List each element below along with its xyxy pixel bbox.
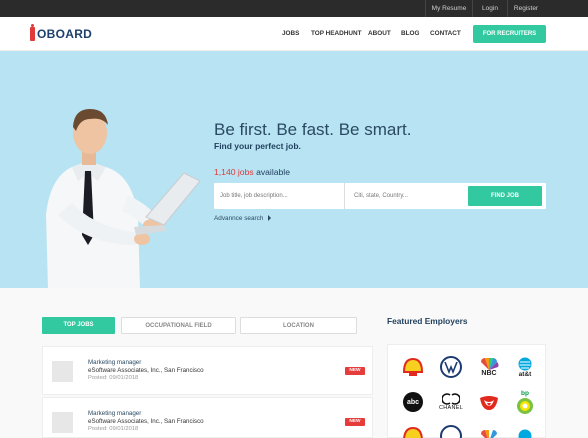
job-search-form: Job title, job description... Citi, stat… [214,183,546,209]
hero-section: Be first. Be fast. Be smart. Find your p… [0,51,588,288]
new-badge: NEW [345,418,365,426]
nav-item-contact[interactable]: CONTACT [430,17,461,51]
caret-right-icon [268,215,272,222]
new-badge: NEW [345,367,365,375]
bp-logo-text: bp [521,389,529,397]
hero-title: Be first. Be fast. Be smart. [214,120,412,139]
rolling-stones-logo[interactable] [476,389,502,415]
tab-location[interactable]: LOCATION [240,317,357,334]
job-posted-date: Posted: 09/01/2018 [88,426,139,432]
chanel-logo[interactable]: CHANEL [438,389,464,415]
for-recruiters-button[interactable]: FOR RECRUITERS [473,25,546,43]
job-title[interactable]: Marketing manager [88,410,141,417]
volkswagen-logo[interactable] [438,423,464,438]
brand-name: OBOARD [37,27,93,41]
job-posted-date: Posted: 09/01/2018 [88,375,139,381]
tab-occupational-field[interactable]: OCCUPATIONAL FIELD [121,317,236,334]
find-job-button[interactable]: FIND JOB [468,186,542,206]
bp-logo[interactable]: bp [512,389,538,415]
businessman-with-laptop-image [46,109,201,288]
brand-logo[interactable]: OBOARD [30,24,93,42]
location-search-input[interactable]: Citi, state, Country... [348,183,466,209]
job-company: eSoftware Associates, Inc., San Francisc… [88,418,204,425]
nbc-logo[interactable] [476,423,502,438]
top-utility-bar: My Resume Login Register [0,0,588,17]
search-divider [344,183,345,209]
job-company: eSoftware Associates, Inc., San Francisc… [88,367,204,374]
nav-item-jobs[interactable]: JOBS [282,17,299,51]
volkswagen-logo[interactable] [438,354,464,380]
nav-item-top-headhunt[interactable]: TOP HEADHUNT [311,17,362,51]
abc-logo-text: abc [406,398,420,406]
login-link[interactable]: Login [472,0,507,17]
att-logo[interactable] [512,423,538,438]
hero-subtitle: Find your perfect job. [214,141,301,151]
shell-logo[interactable] [400,423,426,438]
nav-item-about[interactable]: ABOUT [368,17,391,51]
company-logo-placeholder [52,361,73,382]
featured-employers-title: Featured Employers [387,316,468,326]
job-listing-card[interactable]: Marketing manager eSoftware Associates, … [42,346,373,395]
keyword-search-input[interactable]: Job title, job description... [214,183,344,209]
advanced-search-label: Advannce search [214,215,264,222]
featured-employers-grid: NBC at&t abc CHANEL bp [387,344,546,438]
company-logo-placeholder [52,412,73,433]
nav-item-blog[interactable]: BLOG [401,17,419,51]
chanel-logo-text: CHANEL [438,405,464,411]
main-header: OBOARD JOBS TOP HEADHUNT ABOUT BLOG CONT… [0,17,588,51]
att-logo-text: at&t [518,370,532,378]
logo-figure-icon [30,24,35,41]
tab-top-jobs[interactable]: TOP JOBS [42,317,115,334]
shell-logo[interactable] [400,354,426,380]
nbc-logo-text: NBC [481,369,497,377]
jobs-count-number: 1,140 jobs [214,167,254,177]
advanced-search-link[interactable]: Advannce search [214,215,272,222]
jobs-available-count: 1,140 jobs available [214,167,290,177]
job-title[interactable]: Marketing manager [88,359,141,366]
register-link[interactable]: Register [507,0,544,17]
att-logo[interactable]: at&t [512,354,538,380]
abc-logo[interactable]: abc [400,389,426,415]
my-resume-link[interactable]: My Resume [425,0,472,17]
job-listing-card[interactable]: Marketing manager eSoftware Associates, … [42,397,373,438]
jobs-count-suffix: available [256,167,290,177]
nbc-logo[interactable]: NBC [476,354,502,380]
